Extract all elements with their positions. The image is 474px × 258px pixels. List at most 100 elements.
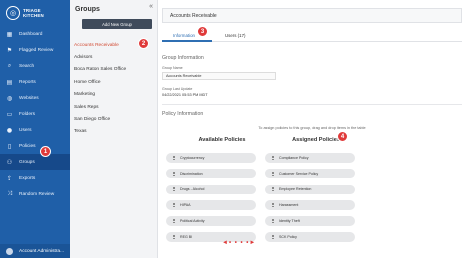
sidebar-item-label: Flagged Review	[19, 47, 54, 53]
sidebar-item-label: Users	[19, 127, 32, 133]
group-list-item[interactable]: Sales Reps	[74, 101, 157, 113]
drag-handle-icon[interactable]	[173, 155, 175, 160]
group-list-item[interactable]: Texas	[74, 126, 157, 138]
sidebar-item-groups[interactable]: ⚇ Groups	[0, 154, 70, 170]
assigned-policy-item[interactable]: Customer Service Policy	[265, 168, 355, 179]
policy-label: REG BI	[180, 234, 193, 239]
available-policy-item[interactable]: Drugs - Alcohol	[166, 184, 256, 195]
account-label: Account Administra...	[19, 248, 65, 254]
policy-label: HIPAA	[180, 203, 191, 208]
export-icon: ⇪	[6, 174, 13, 182]
brand-line2: KITCHEN	[23, 13, 44, 18]
sidebar-item-label: Exports	[19, 175, 36, 181]
policy-label: Discrimination	[180, 171, 203, 176]
sidebar-item-label: Search	[19, 63, 35, 69]
callout-badge-2: 2	[138, 38, 149, 49]
policy-label: Compliance Policy	[279, 155, 309, 160]
sidebar-item-label: Websites	[19, 95, 39, 101]
group-list-item[interactable]: Advisors	[74, 51, 157, 63]
policy-label: Cryptocurrency	[180, 155, 205, 160]
group-last-update-value: 04/22/2021 05:53 PM MDT	[162, 93, 208, 97]
document-icon: ▯	[7, 142, 12, 150]
policy-label: Drugs - Alcohol	[180, 187, 205, 192]
group-last-update-label: Group Last Update	[162, 87, 193, 91]
drag-handle-icon[interactable]	[272, 203, 274, 208]
flag-icon: ⚑	[6, 46, 13, 54]
assigned-policy-item[interactable]: Harassment	[265, 200, 355, 210]
group-list-item[interactable]: Home Office	[74, 76, 157, 88]
page-title: Accounts Receivable	[162, 8, 462, 23]
sidebar-item-flagged-review[interactable]: ⚑ Flagged Review	[0, 42, 70, 58]
sidebar-item-label: Random Review	[19, 191, 55, 197]
callout-badge-1: 1	[40, 146, 51, 157]
drag-handle-icon[interactable]	[272, 187, 274, 192]
available-policy-item[interactable]: Cryptocurrency	[166, 153, 256, 163]
globe-icon: ◍	[6, 94, 13, 102]
drag-handle-icon[interactable]	[173, 218, 175, 223]
groups-title: Groups	[75, 6, 100, 13]
avatar	[6, 247, 13, 255]
sidebar-item-exports[interactable]: ⇪ Exports	[0, 170, 70, 186]
sidebar-item-users[interactable]: ● Users	[0, 122, 70, 138]
policy-information-heading: Policy Information	[162, 111, 204, 117]
chart-icon: ▤	[6, 78, 13, 86]
sidebar-item-random-review[interactable]: ⤨ Random Review	[0, 186, 70, 202]
search-icon: ⌕	[7, 62, 12, 69]
brand-logo[interactable]: ◎ TRIAGE KITCHEN	[0, 0, 70, 26]
group-name-field[interactable]: Accounts Receivable	[162, 72, 276, 80]
policy-label: Identity Theft	[279, 218, 300, 223]
sidebar: ◎ TRIAGE KITCHEN ▦ Dashboard ⚑ Flagged Revi…	[0, 0, 70, 258]
drag-handle-icon[interactable]	[272, 218, 274, 223]
sidebar-item-reports[interactable]: ▤ Reports	[0, 74, 70, 90]
shuffle-icon: ⤨	[7, 190, 12, 197]
sidebar-item-dashboard[interactable]: ▦ Dashboard	[0, 26, 70, 42]
drag-handle-icon[interactable]	[272, 234, 274, 239]
assigned-policy-item[interactable]: SCK Policy	[265, 232, 355, 242]
sidebar-item-folders[interactable]: ▭ Folders	[0, 106, 70, 122]
policy-label: Harassment	[279, 203, 299, 208]
sidebar-item-websites[interactable]: ◍ Websites	[0, 90, 70, 106]
available-policy-item[interactable]: Discrimination	[166, 168, 256, 179]
group-list: Accounts Receivable Advisors Boca Raton Sa…	[74, 39, 157, 138]
available-policy-item[interactable]: Political Activity	[166, 216, 256, 226]
drag-handle-icon[interactable]	[173, 171, 175, 176]
groups-icon: ⚇	[6, 158, 13, 166]
collapse-panel-icon[interactable]: «	[149, 3, 153, 10]
logo-icon: ◎	[6, 6, 20, 20]
add-new-group-button[interactable]: Add New Group	[82, 19, 152, 29]
sidebar-item-label: Reports	[19, 79, 36, 85]
drag-handle-icon[interactable]	[272, 155, 274, 160]
sidebar-item-search[interactable]: ⌕ Search	[0, 58, 70, 74]
policy-label: Customer Service Policy	[279, 171, 319, 176]
available-policies-heading: Available Policies	[198, 137, 246, 143]
assigned-policy-item[interactable]: Compliance Policy	[265, 153, 355, 163]
drag-handle-icon[interactable]	[173, 187, 175, 192]
dashboard-icon: ▦	[6, 30, 13, 38]
group-list-item[interactable]: San Diego Office	[74, 113, 157, 125]
callout-badge-4: 4	[337, 131, 348, 142]
tab-information[interactable]: Information	[173, 33, 195, 38]
drag-handle-icon[interactable]	[173, 234, 175, 239]
group-information-heading: Group Information	[162, 55, 204, 61]
policy-label: Political Activity	[180, 218, 205, 223]
group-list-item[interactable]: Marketing	[74, 89, 157, 101]
sidebar-item-label: Dashboard	[19, 31, 43, 37]
sidebar-item-policies[interactable]: ▯ Policies	[0, 138, 70, 154]
assigned-policy-item[interactable]: Identity Theft	[265, 216, 355, 226]
drag-direction-arrow: ◄• • • •►	[222, 240, 257, 246]
assigned-policy-item[interactable]: Employee Retention	[265, 184, 355, 195]
account-menu[interactable]: Account Administra...	[0, 244, 70, 258]
drag-handle-icon[interactable]	[272, 171, 274, 176]
group-name-label: Group Name	[162, 66, 183, 70]
active-tab-indicator	[162, 40, 212, 42]
group-list-item[interactable]: Boca Raton Sales Office	[74, 64, 157, 76]
sidebar-item-label: Groups	[19, 159, 35, 165]
users-icon: ●	[6, 126, 13, 134]
sidebar-item-label: Folders	[19, 111, 35, 117]
policy-hint: To assign policies to this group, drag a…	[258, 126, 366, 130]
tab-users[interactable]: Users (17)	[225, 33, 246, 38]
drag-handle-icon[interactable]	[173, 203, 175, 208]
divider	[162, 104, 462, 105]
available-policy-item[interactable]: HIPAA	[166, 200, 256, 210]
policy-label: Employee Retention	[279, 187, 312, 192]
